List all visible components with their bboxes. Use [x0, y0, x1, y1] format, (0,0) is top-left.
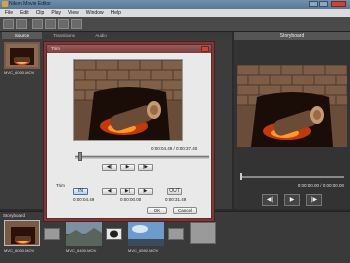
menu-edit[interactable]: Edit: [20, 10, 29, 16]
export-icon[interactable]: [45, 19, 56, 29]
open-icon[interactable]: [16, 19, 27, 29]
landscape-image: [66, 220, 102, 246]
play-icon[interactable]: ▶: [284, 194, 300, 206]
trim-dialog-title: Trim: [51, 46, 60, 51]
storyboard-title: Storyboard: [3, 213, 26, 218]
out-time: 0:00:31.49: [165, 197, 187, 202]
transition-slot[interactable]: [168, 228, 184, 240]
tab-audio[interactable]: Audio: [86, 32, 116, 39]
app-icon: [2, 1, 8, 7]
step-forward-icon[interactable]: |▶: [138, 164, 153, 171]
storyboard-time: 0:00:00.00 / 0:00:00.00: [297, 183, 344, 188]
prev-frame-icon[interactable]: ◀: [102, 188, 117, 195]
mid-time: 0:00:00.00: [120, 197, 142, 202]
trim-preview: [73, 59, 183, 141]
fireplace-image: [4, 42, 40, 69]
fireplace-image: [237, 65, 347, 147]
menu-help[interactable]: Help: [111, 10, 121, 16]
menu-clip[interactable]: Clip: [36, 10, 45, 16]
trim-current-time: 0:00:04.49 / 0:00:37.40: [151, 146, 198, 151]
sky-image: [128, 220, 164, 246]
help-icon[interactable]: [71, 19, 82, 29]
storyboard-clip-1[interactable]: [4, 220, 40, 246]
storyboard-clip-3-name: MVC_6592.MOV: [128, 248, 159, 253]
storyboard-preview-image: [237, 65, 347, 147]
close-button[interactable]: [331, 1, 346, 7]
empty-clip-slot[interactable]: [190, 222, 216, 244]
storyboard-preview-title: Storyboard: [234, 32, 350, 40]
trim-slider-track[interactable]: [75, 156, 209, 158]
play-selection-icon[interactable]: ▶|: [120, 188, 135, 195]
play-icon[interactable]: ▶: [120, 164, 135, 171]
menu-file[interactable]: File: [5, 10, 13, 16]
trim-dialog: Trim 0:00:04.49 / 0:00:37.40 ◀| ▶ |▶ Tri…: [46, 44, 212, 219]
toolbar: [0, 17, 350, 32]
transition-icon[interactable]: [106, 228, 122, 240]
trim-label: Trim: [56, 183, 65, 188]
storyboard-preview-panel: Storyboard 0:00:00.00 / 0:00:00.00 ◀| ▶ …: [234, 32, 350, 209]
close-icon[interactable]: [201, 46, 209, 52]
transition-slot[interactable]: [44, 228, 60, 240]
next-frame-icon[interactable]: ▶: [138, 188, 153, 195]
menu-bar: File Edit Clip Play View Window Help: [0, 9, 350, 17]
cancel-button[interactable]: Cancel: [173, 207, 197, 214]
source-tabs: Source Transitions Audio: [0, 32, 232, 39]
storyboard-timeline-track[interactable]: [240, 176, 344, 178]
trim-slider-handle[interactable]: [78, 152, 82, 161]
source-clip-thumbnail[interactable]: [4, 42, 40, 69]
window-title: Nikon Movie Editor: [9, 1, 51, 7]
trim-dialog-titlebar: Trim: [47, 45, 211, 53]
step-back-icon[interactable]: ◀|: [262, 194, 278, 206]
menu-window[interactable]: Window: [86, 10, 104, 16]
tab-source[interactable]: Source: [2, 32, 42, 39]
storyboard-timeline-handle[interactable]: [240, 173, 242, 180]
out-button[interactable]: OUT: [167, 188, 182, 195]
menu-view[interactable]: View: [68, 10, 79, 16]
fireplace-image: [74, 60, 182, 140]
ok-button[interactable]: OK: [147, 207, 167, 214]
step-forward-icon[interactable]: |▶: [306, 194, 322, 206]
storyboard-clip-1-name: MVC_6000.MOV: [4, 248, 35, 253]
tab-transitions[interactable]: Transitions: [44, 32, 84, 39]
window-titlebar: Nikon Movie Editor: [0, 0, 350, 9]
in-time: 0:00:04.49: [73, 197, 95, 202]
minimize-button[interactable]: [309, 1, 318, 7]
storyboard-clip-2[interactable]: [66, 220, 102, 246]
step-back-icon[interactable]: ◀|: [102, 164, 117, 171]
settings-icon[interactable]: [58, 19, 69, 29]
in-button[interactable]: IN: [73, 188, 88, 195]
storyboard-clip-3[interactable]: [128, 220, 164, 246]
maximize-button[interactable]: [319, 1, 328, 7]
menu-play[interactable]: Play: [51, 10, 61, 16]
storyboard-clip-2-name: MVC_6400.MOV: [66, 248, 97, 253]
fireplace-image: [5, 221, 39, 245]
save-icon[interactable]: [32, 19, 43, 29]
new-project-icon[interactable]: [3, 19, 14, 29]
